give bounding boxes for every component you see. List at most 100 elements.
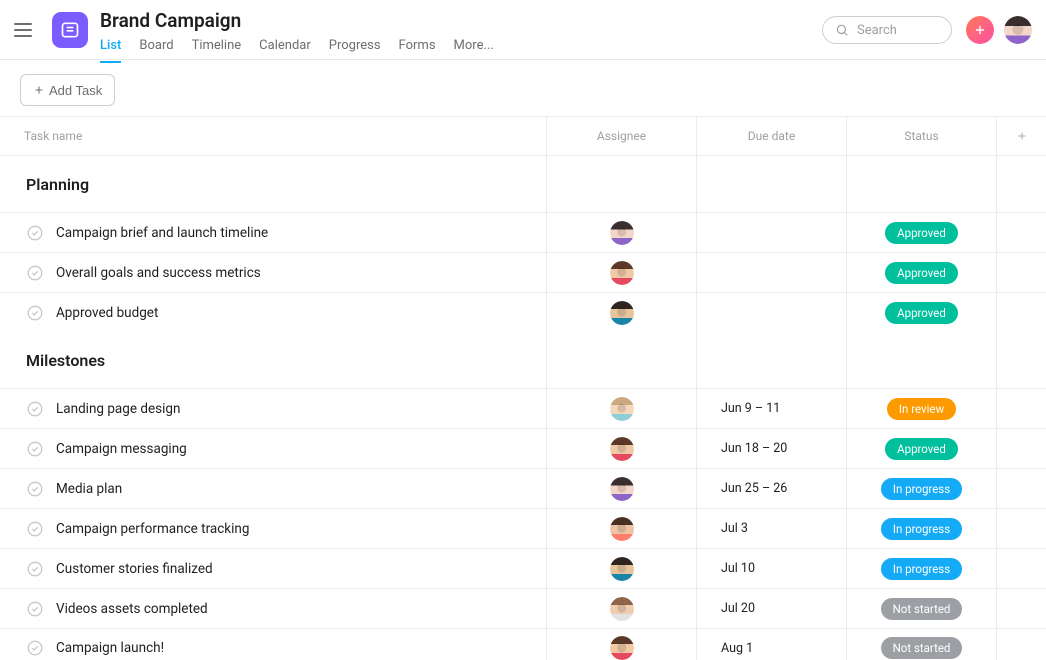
- status-cell[interactable]: Approved: [846, 213, 996, 252]
- complete-toggle[interactable]: [26, 440, 44, 458]
- status-badge[interactable]: In review: [887, 398, 956, 420]
- assignee-cell[interactable]: [546, 429, 696, 468]
- complete-toggle[interactable]: [26, 480, 44, 498]
- col-header-status[interactable]: Status: [846, 117, 996, 155]
- tab-timeline[interactable]: Timeline: [192, 38, 242, 63]
- tab-list[interactable]: List: [100, 38, 121, 63]
- due-date-cell[interactable]: Jul 20: [696, 589, 846, 628]
- status-cell[interactable]: In progress: [846, 509, 996, 548]
- profile-avatar[interactable]: [1004, 16, 1032, 44]
- assignee-avatar[interactable]: [610, 261, 634, 285]
- tab-calendar[interactable]: Calendar: [259, 38, 311, 63]
- complete-toggle[interactable]: [26, 520, 44, 538]
- task-row[interactable]: Approved budget Approved: [0, 292, 1046, 332]
- col-header-name[interactable]: Task name: [0, 117, 546, 155]
- status-badge[interactable]: Not started: [881, 598, 963, 620]
- tab-forms[interactable]: Forms: [399, 38, 436, 63]
- assignee-cell[interactable]: [546, 389, 696, 428]
- assignee-cell[interactable]: [546, 293, 696, 332]
- menu-toggle-button[interactable]: [14, 18, 38, 42]
- status-cell[interactable]: Not started: [846, 589, 996, 628]
- assignee-avatar[interactable]: [610, 221, 634, 245]
- task-row[interactable]: Media plan Jun 25 – 26 In progress: [0, 468, 1046, 508]
- due-date-cell[interactable]: Jun 25 – 26: [696, 469, 846, 508]
- due-date-cell[interactable]: [696, 293, 846, 332]
- col-header-assignee[interactable]: Assignee: [546, 117, 696, 155]
- status-cell[interactable]: In review: [846, 389, 996, 428]
- complete-toggle[interactable]: [26, 560, 44, 578]
- task-name-cell[interactable]: Campaign launch!: [0, 629, 546, 660]
- task-name-cell[interactable]: Customer stories finalized: [0, 549, 546, 588]
- status-badge[interactable]: Approved: [885, 438, 958, 460]
- due-date: Jul 3: [721, 521, 748, 536]
- global-add-button[interactable]: [966, 16, 994, 44]
- task-row[interactable]: Campaign launch! Aug 1 Not started: [0, 628, 1046, 660]
- due-date-cell[interactable]: [696, 253, 846, 292]
- assignee-avatar[interactable]: [610, 636, 634, 660]
- status-badge[interactable]: In progress: [881, 478, 962, 500]
- assignee-cell[interactable]: [546, 213, 696, 252]
- add-task-button[interactable]: Add Task: [20, 74, 115, 106]
- task-row[interactable]: Videos assets completed Jul 20 Not start…: [0, 588, 1046, 628]
- assignee-avatar[interactable]: [610, 477, 634, 501]
- task-row[interactable]: Campaign messaging Jun 18 – 20 Approved: [0, 428, 1046, 468]
- complete-toggle[interactable]: [26, 264, 44, 282]
- assignee-avatar[interactable]: [610, 557, 634, 581]
- status-cell[interactable]: Not started: [846, 629, 996, 660]
- section-header[interactable]: Milestones: [0, 332, 1046, 388]
- assignee-cell[interactable]: [546, 469, 696, 508]
- task-name-cell[interactable]: Videos assets completed: [0, 589, 546, 628]
- task-name-cell[interactable]: Campaign performance tracking: [0, 509, 546, 548]
- status-cell[interactable]: In progress: [846, 549, 996, 588]
- col-header-due[interactable]: Due date: [696, 117, 846, 155]
- due-date-cell[interactable]: Aug 1: [696, 629, 846, 660]
- task-name-cell[interactable]: Approved budget: [0, 293, 546, 332]
- due-date-cell[interactable]: Jun 9 – 11: [696, 389, 846, 428]
- task-row[interactable]: Overall goals and success metrics Approv…: [0, 252, 1046, 292]
- task-name-cell[interactable]: Landing page design: [0, 389, 546, 428]
- complete-toggle[interactable]: [26, 224, 44, 242]
- status-badge[interactable]: Approved: [885, 222, 958, 244]
- assignee-avatar[interactable]: [610, 301, 634, 325]
- section-header[interactable]: Planning: [0, 156, 1046, 212]
- status-cell[interactable]: Approved: [846, 429, 996, 468]
- assignee-avatar[interactable]: [610, 517, 634, 541]
- due-date-cell[interactable]: Jul 10: [696, 549, 846, 588]
- assignee-cell[interactable]: [546, 589, 696, 628]
- task-row[interactable]: Campaign brief and launch timeline Appro…: [0, 212, 1046, 252]
- assignee-cell[interactable]: [546, 253, 696, 292]
- status-cell[interactable]: In progress: [846, 469, 996, 508]
- complete-toggle[interactable]: [26, 600, 44, 618]
- task-name-cell[interactable]: Overall goals and success metrics: [0, 253, 546, 292]
- task-row[interactable]: Campaign performance tracking Jul 3 In p…: [0, 508, 1046, 548]
- assignee-cell[interactable]: [546, 549, 696, 588]
- task-name-cell[interactable]: Media plan: [0, 469, 546, 508]
- status-badge[interactable]: Approved: [885, 302, 958, 324]
- tab-progress[interactable]: Progress: [329, 38, 381, 63]
- complete-toggle[interactable]: [26, 639, 44, 657]
- due-date-cell[interactable]: Jul 3: [696, 509, 846, 548]
- assignee-cell[interactable]: [546, 629, 696, 660]
- assignee-avatar[interactable]: [610, 397, 634, 421]
- due-date-cell[interactable]: Jun 18 – 20: [696, 429, 846, 468]
- due-date-cell[interactable]: [696, 213, 846, 252]
- complete-toggle[interactable]: [26, 400, 44, 418]
- status-cell[interactable]: Approved: [846, 253, 996, 292]
- tab-more-[interactable]: More...: [454, 38, 494, 63]
- search-input[interactable]: Search: [822, 16, 952, 44]
- status-cell[interactable]: Approved: [846, 293, 996, 332]
- task-row[interactable]: Customer stories finalized Jul 10 In pro…: [0, 548, 1046, 588]
- status-badge[interactable]: In progress: [881, 518, 962, 540]
- tab-board[interactable]: Board: [139, 38, 173, 63]
- task-name-cell[interactable]: Campaign messaging: [0, 429, 546, 468]
- task-row[interactable]: Landing page design Jun 9 – 11 In review: [0, 388, 1046, 428]
- status-badge[interactable]: In progress: [881, 558, 962, 580]
- add-column-button[interactable]: [996, 117, 1046, 155]
- task-name-cell[interactable]: Campaign brief and launch timeline: [0, 213, 546, 252]
- assignee-avatar[interactable]: [610, 437, 634, 461]
- status-badge[interactable]: Not started: [881, 637, 963, 659]
- complete-toggle[interactable]: [26, 304, 44, 322]
- status-badge[interactable]: Approved: [885, 262, 958, 284]
- assignee-cell[interactable]: [546, 509, 696, 548]
- assignee-avatar[interactable]: [610, 597, 634, 621]
